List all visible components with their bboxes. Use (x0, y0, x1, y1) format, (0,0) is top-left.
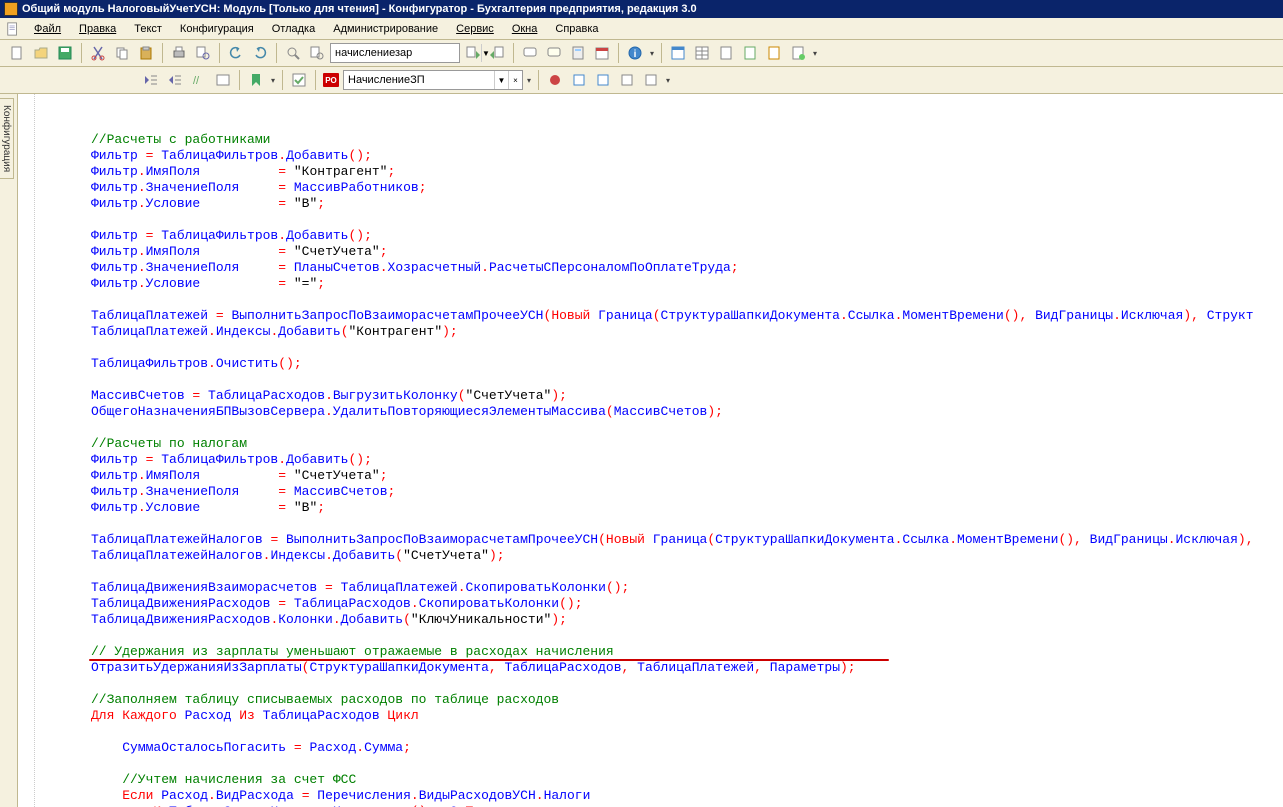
menu-text[interactable]: Текст (126, 21, 170, 37)
toolbar-overflow-icon[interactable]: ▾ (525, 76, 533, 85)
doc3-icon[interactable] (763, 42, 785, 64)
comment-block-icon[interactable]: // (188, 69, 210, 91)
cut-icon[interactable] (87, 42, 109, 64)
toolbar-separator (538, 70, 539, 90)
menu-help[interactable]: Справка (547, 21, 606, 37)
menu-debug[interactable]: Отладка (264, 21, 323, 37)
form-icon[interactable] (667, 42, 689, 64)
undo-icon[interactable] (225, 42, 247, 64)
menu-bar: Файл Правка Текст Конфигурация Отладка А… (0, 18, 1283, 40)
calc-icon[interactable] (567, 42, 589, 64)
toolbar-separator (513, 43, 514, 63)
toolbar-overflow-icon[interactable]: ▾ (269, 76, 277, 85)
find-icon[interactable] (282, 42, 304, 64)
uncomment-icon[interactable] (543, 42, 565, 64)
doc1-icon[interactable] (715, 42, 737, 64)
highlight-underline (89, 659, 889, 661)
code-editor[interactable]: //Расчеты с работниками Фильтр = Таблица… (35, 94, 1283, 807)
comment-icon[interactable] (519, 42, 541, 64)
toolbar-overflow-icon[interactable]: ▾ (811, 49, 819, 58)
toolbar-overflow-icon[interactable]: ▾ (648, 49, 656, 58)
menu-config[interactable]: Конфигурация (172, 21, 262, 37)
bookmark-icon[interactable] (245, 69, 267, 91)
toolbar-main: ▼ i ▾ ▾ (0, 40, 1283, 67)
step2-icon[interactable] (592, 69, 614, 91)
table-icon[interactable] (691, 42, 713, 64)
step3-icon[interactable] (616, 69, 638, 91)
svg-text://: // (193, 75, 200, 87)
toolbar-module: // ▾ РО ▼ × ▾ ▾ (0, 67, 1283, 94)
menu-edit[interactable]: Правка (71, 21, 124, 37)
clear-icon[interactable]: × (508, 71, 522, 89)
find-prev-icon[interactable] (486, 42, 508, 64)
toolbar-separator (618, 43, 619, 63)
menu-file[interactable]: Файл (26, 21, 69, 37)
search-input[interactable] (331, 47, 481, 59)
toolbar-separator (282, 70, 283, 90)
toolbar-separator (162, 43, 163, 63)
main-area: Конфигурация //Расчеты с работниками Фил… (0, 94, 1283, 807)
procedure-input[interactable] (344, 74, 494, 86)
search-combo[interactable]: ▼ (330, 43, 460, 63)
editor-gutter (18, 94, 35, 807)
breakpoint-icon[interactable] (544, 69, 566, 91)
redo-icon[interactable] (249, 42, 271, 64)
readonly-badge: РО (323, 73, 339, 87)
print-preview-icon[interactable] (192, 42, 214, 64)
menu-admin[interactable]: Администрирование (325, 21, 446, 37)
code-block-icon[interactable] (212, 69, 234, 91)
toolbar-separator (81, 43, 82, 63)
toolbar-separator (315, 70, 316, 90)
window-title: Общий модуль НалоговыйУчетУСН: Модуль [Т… (22, 3, 697, 15)
toolbar-overflow-icon[interactable]: ▾ (664, 76, 672, 85)
toolbar-separator (276, 43, 277, 63)
paste-icon[interactable] (135, 42, 157, 64)
window-titlebar: Общий модуль НалоговыйУчетУСН: Модуль [Т… (0, 0, 1283, 18)
save-icon[interactable] (54, 42, 76, 64)
calendar-icon[interactable] (591, 42, 613, 64)
toolbar-separator (661, 43, 662, 63)
doc4-icon[interactable] (787, 42, 809, 64)
check-icon[interactable] (288, 69, 310, 91)
open-icon[interactable] (30, 42, 52, 64)
side-tab-config[interactable]: Конфигурация (0, 98, 14, 179)
help-icon[interactable]: i (624, 42, 646, 64)
app-icon (4, 2, 18, 16)
code-line: //Расчеты с работниками (91, 132, 270, 147)
menu-service[interactable]: Сервис (448, 21, 502, 37)
doc2-icon[interactable] (739, 42, 761, 64)
copy-icon[interactable] (111, 42, 133, 64)
svg-text:i: i (634, 49, 637, 60)
print-icon[interactable] (168, 42, 190, 64)
document-icon (6, 22, 20, 36)
new-icon[interactable] (6, 42, 28, 64)
indent-right-icon[interactable] (164, 69, 186, 91)
toolbar-separator (239, 70, 240, 90)
dropdown-icon[interactable]: ▼ (494, 71, 508, 89)
procedure-combo[interactable]: ▼ × (343, 70, 523, 90)
find-next-icon[interactable] (462, 42, 484, 64)
step1-icon[interactable] (568, 69, 590, 91)
side-panel: Конфигурация (0, 94, 18, 807)
toolbar-separator (219, 43, 220, 63)
step4-icon[interactable] (640, 69, 662, 91)
menu-windows[interactable]: Окна (504, 21, 546, 37)
indent-left-icon[interactable] (140, 69, 162, 91)
find-text-icon[interactable] (306, 42, 328, 64)
